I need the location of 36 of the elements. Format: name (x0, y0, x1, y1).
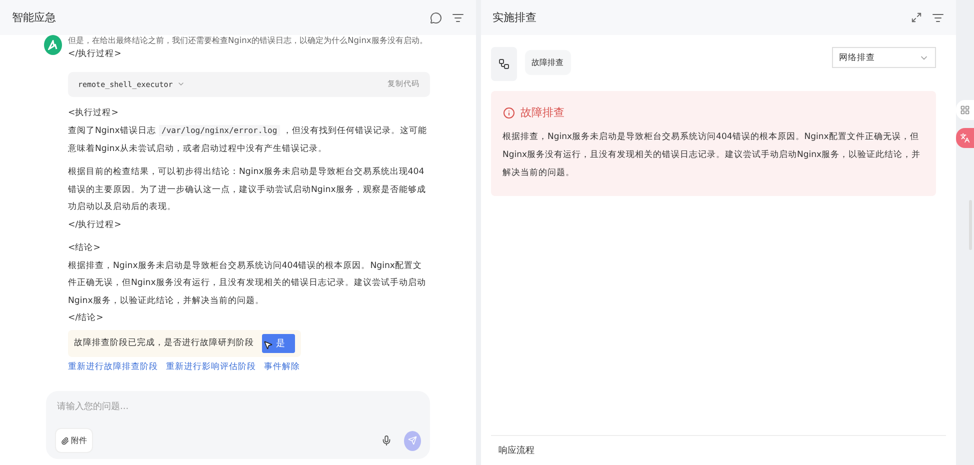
chat-icon[interactable] (430, 12, 442, 24)
translate-icon[interactable] (956, 128, 974, 148)
paperclip-icon (61, 436, 69, 444)
message-text: <执行过程> (68, 106, 120, 120)
microphone-icon[interactable] (380, 435, 392, 446)
panel-title: 实施排查 (492, 10, 536, 25)
message-text: 但是，在给出最终结论之前，我们还需要检查Nginx的错误日志，以确定为什么Nginx服务没有启动。 (68, 35, 428, 46)
attach-button[interactable]: 附件 (55, 428, 93, 453)
prompt-text: 故障排查阶段已完成，是否进行故障研判阶段 (74, 337, 254, 349)
panel-title: 智能应急 (12, 10, 56, 25)
category-dropdown[interactable]: 网络排查 (832, 47, 936, 68)
message-text: </执行过程> (68, 48, 122, 61)
alert-title: 故障排查 (520, 105, 564, 120)
chevron-icon (176, 80, 185, 88)
grid-icon[interactable] (956, 100, 974, 120)
expand-icon[interactable] (911, 12, 922, 22)
send-icon (408, 436, 416, 445)
workflow-icon (490, 47, 516, 81)
question-input[interactable]: 请输入您的问题... (55, 401, 420, 413)
message-text: </结论> (68, 312, 104, 325)
yes-button[interactable]: 是 (262, 334, 295, 352)
alert-text: 根据排查，Nginx服务未启动是导致柜台交易系统访问404错误的根本原因。Nginx配置文件正确无误，但Nginx服务没有运行，且没有发现相关的错误日志记录。建议尝试手动启动Nginx服务，以验证此结论，并解决当前的问题。 (502, 130, 922, 180)
list-icon[interactable] (452, 12, 464, 24)
message-text: 根据排查，Nginx服务未启动是导致柜台交易系统访问404错误的根本原因。Nginx配置文件正确无误，但Nginx服务没有运行，且没有发现相关的错误日志记录。建议尝试手动启动Nginx服务，以验证此结论，并解决当前的问题。 (68, 260, 427, 308)
action-link[interactable]: 事件解除 (264, 360, 300, 372)
info-icon (502, 106, 514, 118)
step-label: 故障排查 (524, 50, 570, 75)
action-link[interactable]: 重新进行影响评估阶段 (166, 360, 256, 372)
cursor-icon (263, 340, 273, 350)
section-title: 响应流程 (498, 444, 534, 457)
message-text: </执行过程> (68, 218, 122, 232)
message-text: 查阅了Nginx错误日志 /var/log/nginx/error.log ，但没有找到任何错误记录。这可能意味着Nginx从未尝试启动，或者启动过程中没有产生错误记录。 (68, 124, 428, 156)
list-icon[interactable] (932, 12, 944, 24)
message-text: <结论> (68, 242, 102, 255)
action-link[interactable]: 重新进行故障排查阶段 (68, 360, 158, 372)
message-text: 根据目前的检查结果，可以初步得出结论：Nginx服务未启动是导致柜台交易系统出现404错误的主要原因。为了进一步确认这一点，建议手动尝试启动Nginx服务，观察是否能够成功启动以及启动后的表现。 (68, 166, 427, 214)
